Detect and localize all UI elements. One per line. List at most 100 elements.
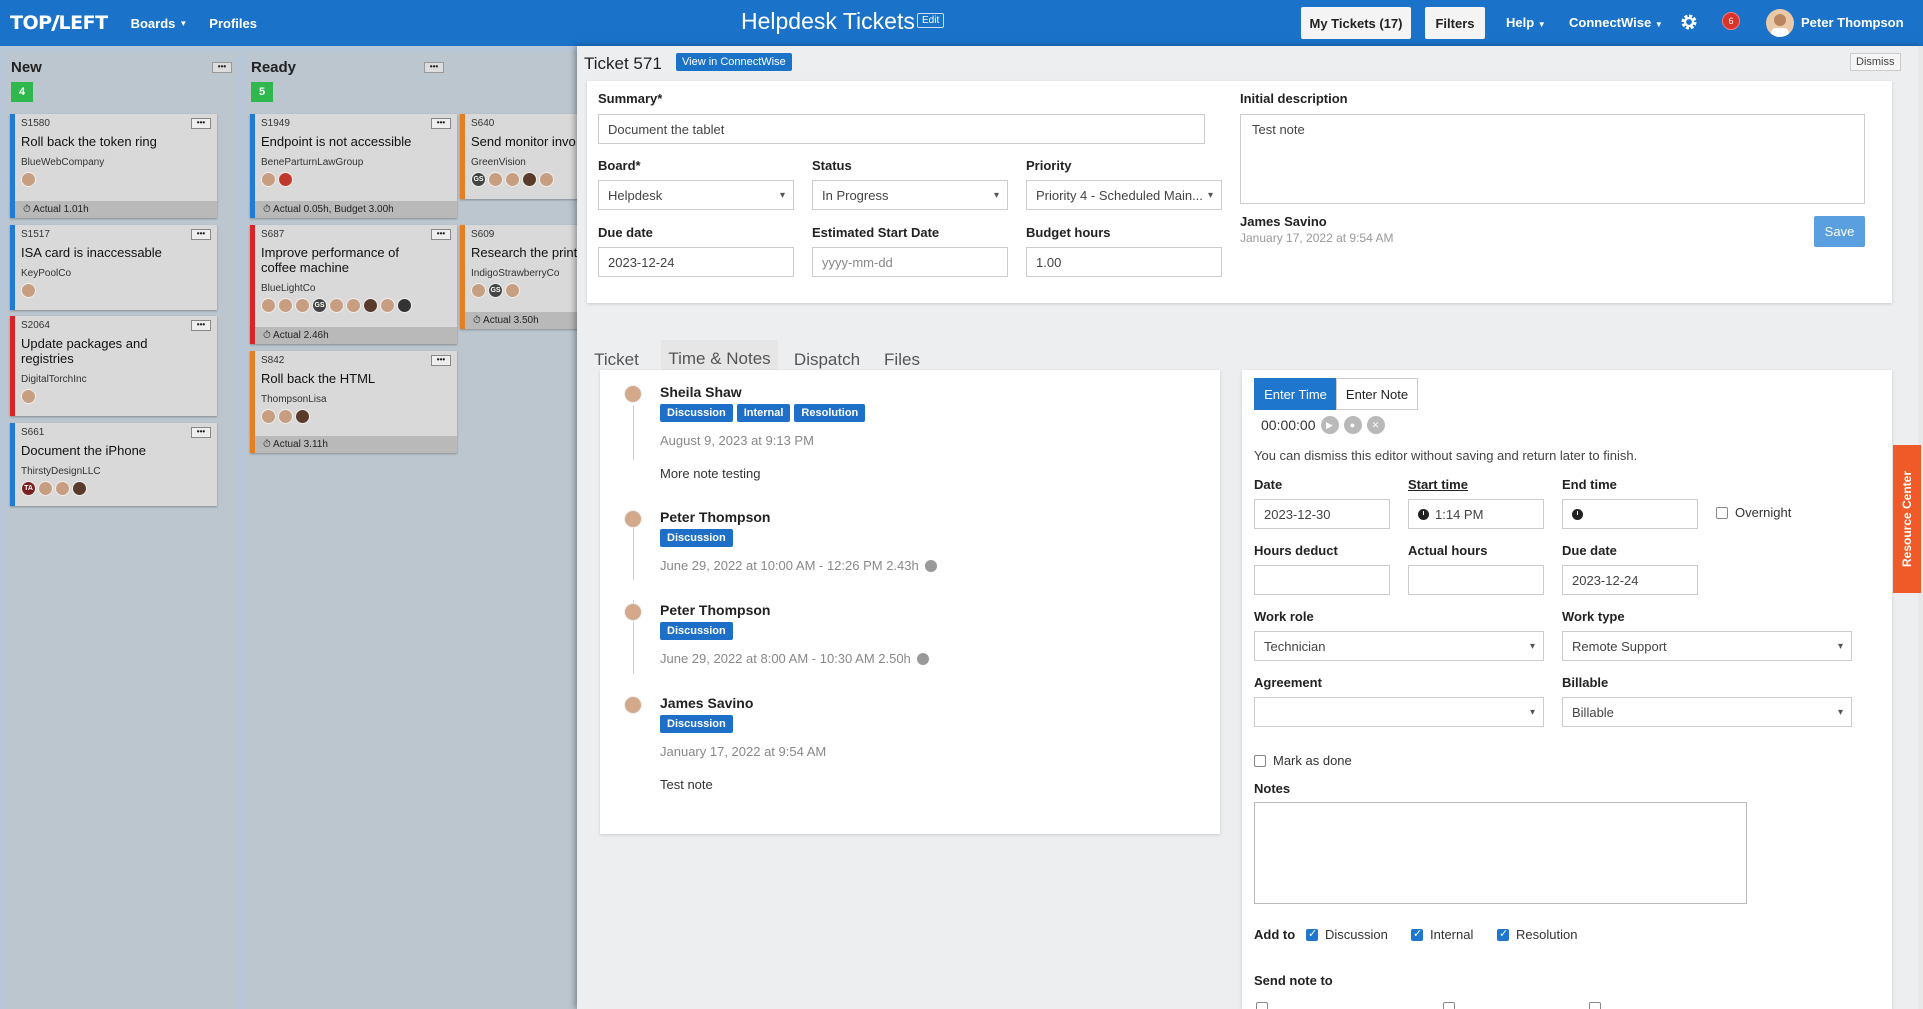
ticket-card[interactable]: S640 Send monitor invo GreenVision GS bbox=[460, 114, 580, 199]
filters-button[interactable]: Filters bbox=[1425, 7, 1485, 39]
description-author: James Savino bbox=[1240, 214, 1327, 229]
avatar bbox=[488, 172, 503, 187]
checkbox[interactable] bbox=[1254, 754, 1266, 767]
user-menu[interactable]: Peter Thompson bbox=[1801, 15, 1904, 30]
card-menu-button[interactable]: ••• bbox=[191, 320, 211, 331]
add-internal-checkbox[interactable]: Internal bbox=[1411, 927, 1473, 942]
ticket-card[interactable]: S842 ••• Roll back the HTML ThompsonLisa… bbox=[250, 351, 457, 453]
stopwatch-icon: ⏱ bbox=[23, 204, 31, 215]
billable-select[interactable]: Billable bbox=[1562, 697, 1852, 727]
topleft-logo[interactable]: TOP LEFT bbox=[10, 12, 108, 34]
column-title: Ready bbox=[251, 59, 297, 76]
card-menu-button[interactable]: ••• bbox=[191, 427, 211, 438]
card-menu-button[interactable]: ••• bbox=[431, 118, 451, 129]
clock-icon bbox=[1418, 508, 1429, 520]
nav-profiles-link[interactable]: Profiles bbox=[209, 16, 257, 31]
play-icon[interactable]: ▶ bbox=[1320, 416, 1339, 434]
avatar bbox=[278, 298, 293, 313]
ticket-card[interactable]: S2064 ••• Update packages and registries… bbox=[10, 316, 217, 416]
ticket-card[interactable]: S1517 ••• ISA card is inaccessable KeyPo… bbox=[10, 225, 217, 310]
gear-icon[interactable] bbox=[1679, 12, 1699, 32]
avatar bbox=[624, 510, 642, 528]
due-date-input[interactable]: 2023-12-24 bbox=[598, 247, 794, 277]
send-to-checkbox[interactable] bbox=[1443, 1002, 1455, 1009]
card-footer: ⏱ Actual 1.01h bbox=[15, 201, 217, 218]
ticket-form-card: Summary* Document the tablet Board* Help… bbox=[587, 81, 1892, 303]
avatar: TA bbox=[21, 481, 36, 496]
checkbox[interactable] bbox=[1411, 927, 1423, 941]
send-to-checkbox[interactable] bbox=[1589, 1002, 1601, 1009]
column-menu-button[interactable]: ••• bbox=[212, 62, 232, 73]
card-menu-button[interactable]: ••• bbox=[191, 118, 211, 129]
board-select[interactable]: Helpdesk bbox=[598, 180, 794, 210]
overnight-checkbox[interactable]: Overnight bbox=[1716, 505, 1791, 520]
start-time-input[interactable]: 1:14 PM bbox=[1408, 499, 1544, 529]
notes-textarea[interactable] bbox=[1254, 802, 1747, 904]
ticket-card[interactable]: S661 ••• Document the iPhone ThirstyDesi… bbox=[10, 423, 217, 506]
dismiss-button[interactable]: Dismiss bbox=[1850, 53, 1901, 71]
avatar bbox=[278, 172, 293, 187]
start-time-label[interactable]: Start time bbox=[1408, 477, 1468, 492]
avatar bbox=[55, 481, 70, 496]
priority-select[interactable]: Priority 4 - Scheduled Main... bbox=[1026, 180, 1222, 210]
status-select[interactable]: In Progress bbox=[812, 180, 1008, 210]
ticket-card[interactable]: S609 Research the print IndigoStrawberry… bbox=[460, 225, 580, 329]
save-button[interactable]: Save bbox=[1814, 216, 1865, 247]
notes-label: Notes bbox=[1254, 781, 1291, 796]
card-assignees bbox=[21, 172, 36, 187]
send-to-checkbox[interactable] bbox=[1256, 1002, 1268, 1009]
ticket-card[interactable]: S1949 ••• Endpoint is not accessible Ben… bbox=[250, 114, 457, 218]
work-type-select[interactable]: Remote Support bbox=[1562, 631, 1852, 661]
actual-hours-input[interactable] bbox=[1408, 565, 1544, 595]
resource-center-button[interactable]: Resource Center bbox=[1893, 445, 1921, 593]
card-menu-button[interactable]: ••• bbox=[431, 355, 451, 366]
budget-hours-input[interactable]: 1.00 bbox=[1026, 247, 1222, 277]
add-discussion-checkbox[interactable]: Discussion bbox=[1306, 927, 1388, 942]
end-time-input[interactable] bbox=[1562, 499, 1698, 529]
user-avatar[interactable] bbox=[1766, 9, 1794, 37]
nav-boards-menu[interactable]: Boards ▼ bbox=[131, 16, 188, 31]
badge-discussion: Discussion bbox=[660, 622, 733, 640]
add-resolution-checkbox[interactable]: Resolution bbox=[1497, 927, 1577, 942]
enter-time-toggle[interactable]: Enter Time bbox=[1254, 378, 1337, 410]
clear-icon[interactable]: ✕ bbox=[1366, 416, 1385, 434]
clock-icon bbox=[924, 559, 937, 572]
date-input[interactable]: 2023-12-30 bbox=[1254, 499, 1390, 529]
editor-hint: You can dismiss this editor without savi… bbox=[1254, 448, 1638, 463]
enter-note-toggle[interactable]: Enter Note bbox=[1336, 378, 1418, 410]
stop-icon[interactable]: ● bbox=[1343, 416, 1362, 434]
card-company: BlueLightCo bbox=[261, 283, 316, 294]
note-date: August 9, 2023 at 9:13 PM bbox=[660, 433, 814, 448]
send-note-to-label: Send note to bbox=[1254, 973, 1333, 988]
avatar: GS bbox=[471, 172, 486, 187]
column-menu-button[interactable]: ••• bbox=[424, 62, 444, 73]
work-role-select[interactable]: Technician bbox=[1254, 631, 1544, 661]
edit-title-button[interactable]: Edit bbox=[917, 13, 945, 28]
view-in-connectwise-button[interactable]: View in ConnectWise bbox=[676, 53, 792, 71]
my-tickets-button[interactable]: My Tickets (17) bbox=[1301, 7, 1411, 39]
mark-as-done-checkbox[interactable]: Mark as done bbox=[1254, 753, 1352, 768]
connectwise-menu[interactable]: ConnectWise ▼ bbox=[1569, 15, 1663, 30]
note-author: Sheila Shaw bbox=[660, 384, 742, 400]
help-menu[interactable]: Help ▼ bbox=[1506, 15, 1546, 30]
due-date-input[interactable]: 2023-12-24 bbox=[1562, 565, 1698, 595]
ticket-card[interactable]: S687 ••• Improve performance of coffee m… bbox=[250, 225, 457, 344]
hours-deduct-input[interactable] bbox=[1254, 565, 1390, 595]
checkbox[interactable] bbox=[1306, 927, 1318, 941]
agreement-select[interactable] bbox=[1254, 697, 1544, 727]
card-title: Document the iPhone bbox=[21, 443, 147, 458]
card-menu-button[interactable]: ••• bbox=[431, 229, 451, 240]
page-title: Helpdesk Tickets bbox=[741, 8, 915, 34]
initial-description-textarea[interactable]: Test note bbox=[1240, 114, 1865, 204]
checkbox[interactable] bbox=[1497, 927, 1509, 941]
timeline-line bbox=[633, 406, 634, 460]
actual-hours-label: Actual hours bbox=[1408, 543, 1488, 558]
ticket-card[interactable]: S1580 ••• Roll back the token ring BlueW… bbox=[10, 114, 217, 218]
estimated-start-input[interactable]: yyyy-mm-dd bbox=[812, 247, 1008, 277]
checkbox[interactable] bbox=[1716, 506, 1728, 519]
summary-input[interactable]: Document the tablet bbox=[598, 114, 1205, 144]
notification-badge[interactable]: 6 bbox=[1722, 12, 1740, 30]
card-menu-button[interactable]: ••• bbox=[191, 229, 211, 240]
ticket-title: Ticket 571 bbox=[584, 54, 662, 73]
column-new: New 4 ••• S1580 ••• Roll back the token … bbox=[5, 52, 237, 1009]
